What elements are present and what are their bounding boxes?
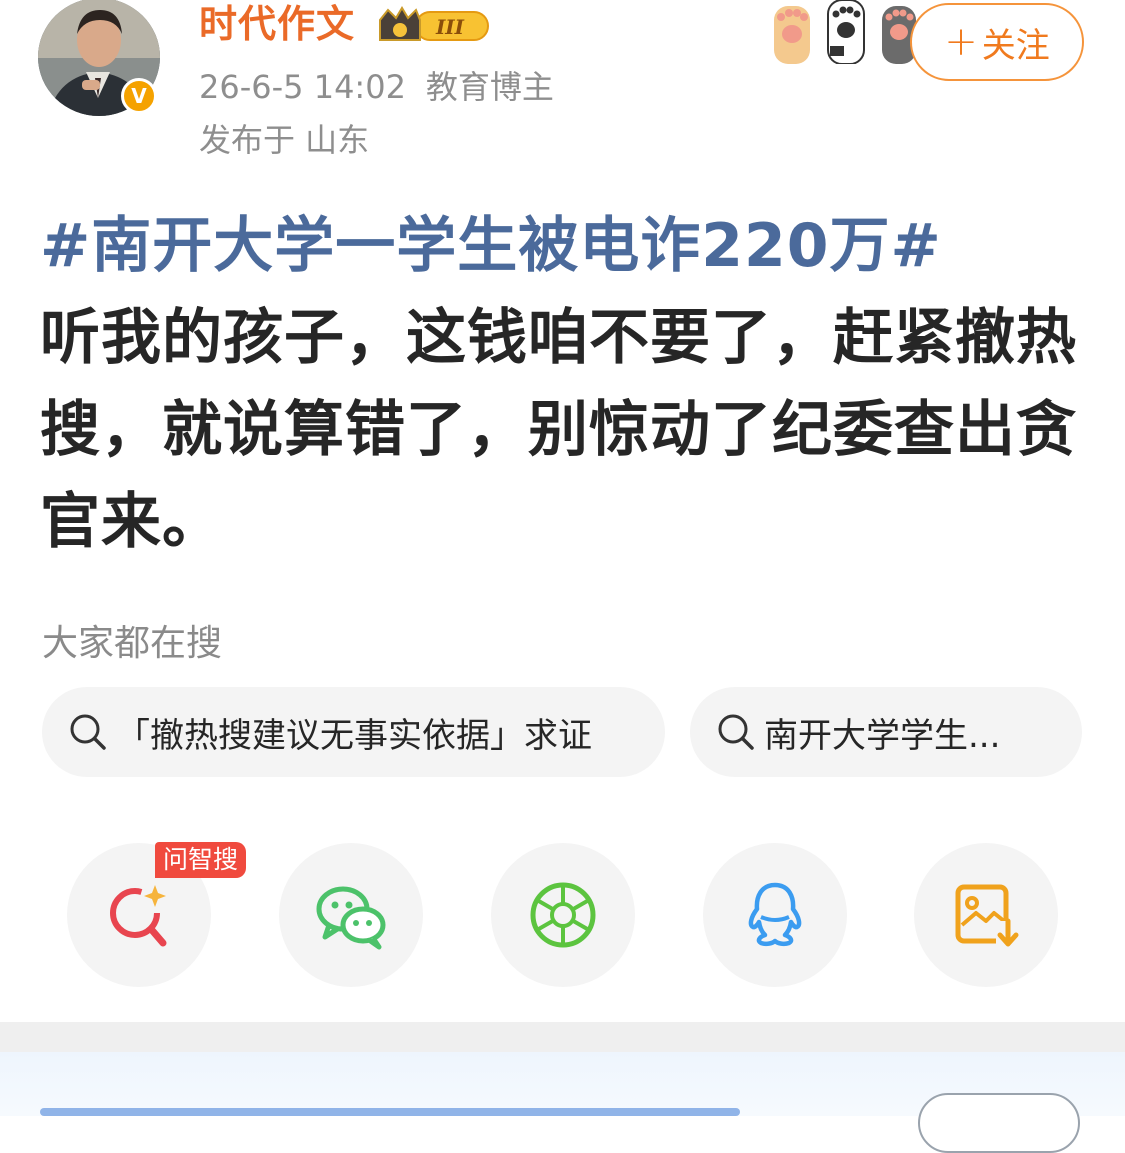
next-card-text-partial xyxy=(40,1100,740,1116)
search-icon xyxy=(70,714,106,750)
next-card-button-partial[interactable] xyxy=(918,1093,1080,1153)
search-suggestion-text: 南开大学学生... xyxy=(764,715,1001,756)
section-divider xyxy=(0,1022,1125,1052)
paw-decoration-icon xyxy=(774,0,916,64)
share-wechat-button[interactable] xyxy=(279,843,423,987)
plus-icon: + xyxy=(944,19,978,65)
wechat-icon xyxy=(316,886,386,950)
post-text: 听我的孩子，这钱咱不要了，赶紧撤热搜，就说算错了，别惊动了纪委查出贪官来。 xyxy=(40,303,1077,557)
verified-badge-icon: V xyxy=(121,78,157,114)
search-suggestion-text: 「撤热搜建议无事实依据」求证 xyxy=(116,715,592,756)
username[interactable]: 时代作文 xyxy=(199,0,355,48)
moments-icon xyxy=(530,882,596,948)
share-qq-button[interactable] xyxy=(703,843,847,987)
author-role: 教育博主 xyxy=(425,68,554,106)
save-image-button[interactable] xyxy=(914,843,1058,987)
level-badge-text: III xyxy=(435,15,465,39)
wenzhisou-badge: 问智搜 xyxy=(155,842,247,878)
follow-label: 关注 xyxy=(981,25,1050,66)
share-moments-button[interactable] xyxy=(491,843,635,987)
search-section-title: 大家都在搜 xyxy=(42,623,223,664)
search-suggestion-chip[interactable]: 南开大学学生... xyxy=(690,687,1082,777)
qq-icon xyxy=(748,882,802,947)
wenzhisou-icon xyxy=(110,885,167,947)
post-date: 26-6-5 14:02 xyxy=(199,68,406,106)
hashtag-link[interactable]: #南开大学一学生被电诈220万# xyxy=(40,211,942,281)
search-icon xyxy=(718,714,754,750)
crown-level-badge-icon: III xyxy=(379,6,489,41)
post-meta: 26-6-5 14:02 教育博主 xyxy=(199,66,554,108)
save-image-icon xyxy=(955,884,1019,947)
follow-button[interactable]: + 关注 xyxy=(910,3,1084,81)
post-location: 发布于 山东 xyxy=(199,121,370,159)
post-content: #南开大学一学生被电诈220万# 听我的孩子，这钱咱不要了，赶紧撤热搜，就说算错… xyxy=(40,200,1085,568)
search-suggestion-chip[interactable]: 「撤热搜建议无事实依据」求证 xyxy=(42,687,665,777)
